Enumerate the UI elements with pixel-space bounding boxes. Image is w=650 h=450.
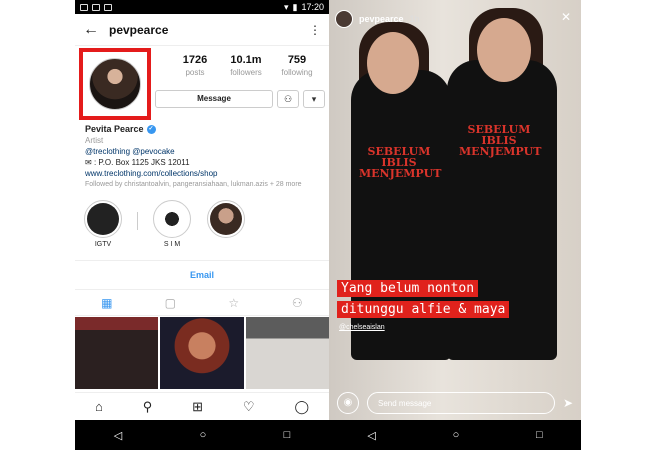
camera-icon[interactable]: ◉ [337,392,359,414]
stat-number: 1726 [182,54,208,66]
shirt-print-text: SEBELUM IBLIS MENJEMPUT [459,123,542,158]
story-highlights: IGTV S I M [75,190,329,248]
verified-badge-icon: ✓ [146,125,156,134]
profile-actions: Message ⚇ ▾ [155,90,325,108]
story-person-face [367,32,419,94]
back-triangle-icon[interactable]: ◁ [114,429,122,442]
profile-name-row: Pevita Pearce ✓ [85,124,319,135]
profile-bio: Pevita Pearce ✓ Artist @treclothing @pev… [75,122,329,190]
post-thumbnail[interactable] [245,317,329,389]
story-caption-line: Yang belum nonton [337,280,479,297]
posts-grid [75,316,329,389]
profile-screen: ▾ ▮ 17:20 ← pevpearce ⋮ 1726 posts 10.1m [75,0,329,450]
home-circle-icon[interactable]: ○ [200,429,207,441]
story-reply-bar: ◉ ➤ [329,386,581,420]
close-icon[interactable]: ✕ [561,10,571,24]
story-caption-line: ditunggu alfie & maya [337,301,510,318]
profile-category: Artist [85,136,104,145]
highlight-divider [137,212,138,230]
post-thumbnail[interactable] [160,317,244,389]
battery-icon: ▮ [292,1,298,12]
profile-header: ← pevpearce ⋮ [75,14,329,46]
bio-address: : P.O. Box 1125 JKS 12011 [93,158,190,167]
story-person-face [477,18,531,82]
profile-icon[interactable]: ◯ [294,399,309,415]
system-icons: ▾ ▮ 17:20 [284,2,324,13]
grid-view-icon[interactable]: ▦ [87,296,127,310]
stat-following[interactable]: 759 following [273,54,321,77]
avatar[interactable] [89,58,141,110]
highlight-circle [207,200,245,238]
followed-by-text[interactable]: Followed by christantoalvin, pangeransia… [85,179,319,190]
direct-send-icon[interactable]: ➤ [563,396,573,410]
highlight-third[interactable] [206,200,246,241]
add-person-icon[interactable]: ⚇ [277,90,299,108]
email-button[interactable]: Email [75,260,329,290]
status-time: 17:20 [301,2,324,12]
story-header: pevpearce 1h [335,10,420,28]
back-arrow-icon[interactable]: ← [83,21,109,39]
android-nav-bar: ◁ ○ □ [329,420,581,450]
recents-square-icon[interactable]: □ [284,429,291,441]
message-button[interactable]: Message [155,90,273,108]
stat-posts[interactable]: 1726 posts [171,54,219,77]
heart-icon[interactable]: ♡ [243,399,255,415]
featured-tab-icon[interactable]: ☆ [214,296,254,310]
android-nav-bar: ◁ ○ □ [75,420,329,450]
mail-icon: ✉ [85,158,92,167]
profile-stats: 1726 posts 10.1m followers 759 following [171,54,321,77]
bio-mentions[interactable]: @treclothing @pevocake [85,146,319,157]
tv-icon [87,203,119,235]
highlight-label: S I M [163,241,181,248]
stat-followers[interactable]: 10.1m followers [222,54,270,77]
profile-summary: 1726 posts 10.1m followers 759 following… [75,46,329,122]
story-time: 1h [409,14,420,24]
notification-icons [80,3,112,11]
bio-address-row: ✉ : P.O. Box 1125 JKS 12011 [85,157,319,168]
highlight-sim[interactable]: S I M [152,200,192,248]
notification-icon [92,3,100,11]
post-thumbnail[interactable] [75,317,159,389]
header-username: pevpearce [109,22,169,37]
stat-number: 759 [287,54,307,66]
shirt-print-text: SEBELUM IBLIS MENJEMPUT [359,145,442,180]
highlight-circle [153,200,191,238]
profile-name: Pevita Pearce [85,124,144,134]
bio-website-link[interactable]: www.treclothing.com/collections/shop [85,168,319,179]
home-icon[interactable]: ⌂ [95,399,103,414]
stat-label: posts [185,68,205,77]
highlight-thumbnail [210,203,242,235]
clapperboard-icon [156,203,188,235]
igtv-tab-icon[interactable]: ▢ [150,296,190,310]
wifi-icon: ▾ [283,1,289,12]
highlight-label: IGTV [94,241,112,248]
highlight-circle [84,200,122,238]
screenshot-stage: ▾ ▮ 17:20 ← pevpearce ⋮ 1726 posts 10.1m [0,0,650,450]
recents-square-icon[interactable]: □ [536,429,543,441]
chevron-down-icon[interactable]: ▾ [303,90,325,108]
story-mention[interactable]: @chelseaislan [339,324,385,331]
back-triangle-icon[interactable]: ◁ [367,429,375,442]
stat-label: followers [230,68,262,77]
stat-label: following [281,68,313,77]
highlight-igtv[interactable]: IGTV [83,200,123,248]
tagged-photos-icon[interactable]: ⚇ [277,296,317,310]
status-bar: ▾ ▮ 17:20 [75,0,329,14]
story-avatar[interactable] [335,10,353,28]
profile-tabs: ▦ ▢ ☆ ⚇ [75,290,329,316]
send-message-input[interactable] [367,392,555,414]
more-options-icon[interactable]: ⋮ [309,23,321,37]
notification-icon [104,3,112,11]
search-icon[interactable]: ⚲ [143,399,153,415]
home-circle-icon[interactable]: ○ [453,429,460,441]
bottom-navigation: ⌂ ⚲ ⊞ ♡ ◯ [75,392,329,420]
avatar-highlight-box [79,48,151,120]
story-screen: SEBELUM IBLIS MENJEMPUT SEBELUM IBLIS ME… [329,0,581,450]
notification-icon [80,3,88,11]
stat-number: 10.1m [230,54,262,66]
story-username[interactable]: pevpearce [359,14,404,24]
add-post-icon[interactable]: ⊞ [192,399,203,415]
